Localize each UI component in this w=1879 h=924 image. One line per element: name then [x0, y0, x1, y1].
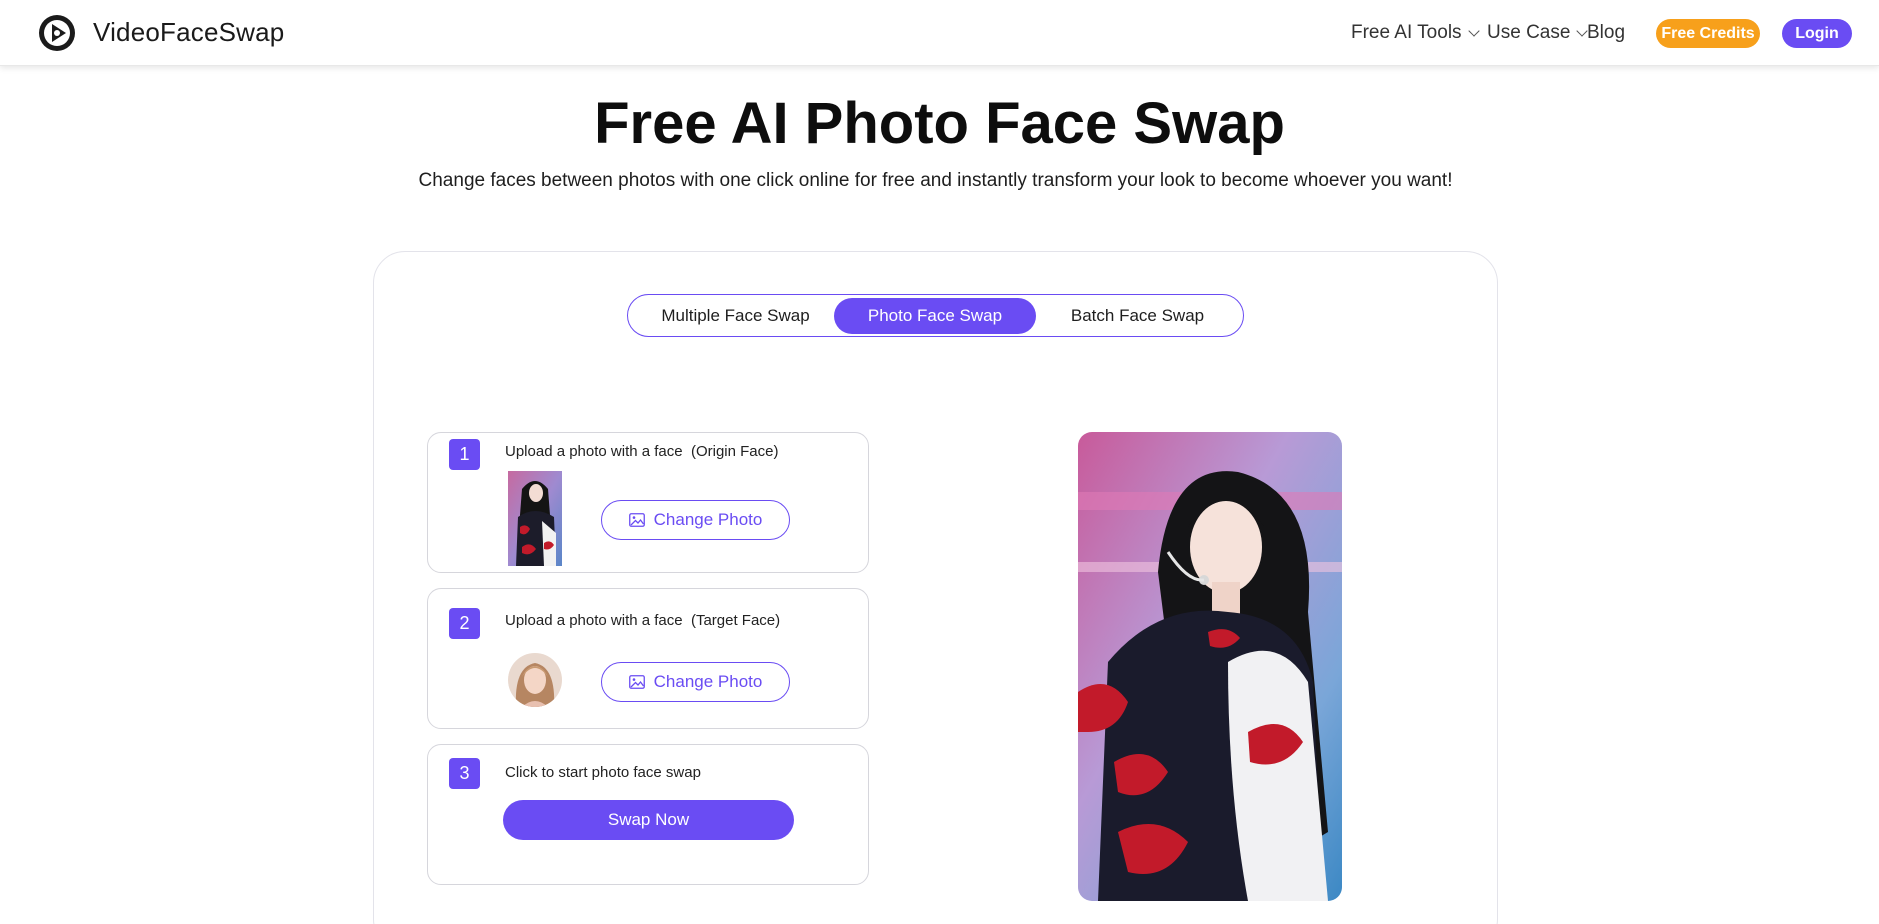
- step-origin-face-card: 1 Upload a photo with a face (Origin Fac…: [427, 432, 869, 573]
- step-swap-card: 3 Click to start photo face swap Swap No…: [427, 744, 869, 885]
- page-subtitle: Change faces between photos with one cli…: [418, 170, 1453, 191]
- change-origin-photo-button[interactable]: Change Photo: [601, 500, 790, 540]
- step-target-face-card: 2 Upload a photo with a face (Target Fac…: [427, 588, 869, 729]
- nav-free-ai-tools[interactable]: Free AI Tools: [1351, 22, 1480, 44]
- free-credits-button[interactable]: Free Credits: [1656, 19, 1760, 48]
- nav-free-ai-tools-label: Free AI Tools: [1351, 22, 1462, 43]
- nav-blog-label: Blog: [1587, 22, 1626, 43]
- step-swap-label: Click to start photo face swap: [505, 764, 701, 781]
- step-number-badge: 3: [449, 758, 480, 789]
- step-origin-face-label: Upload a photo with a face (Origin Face): [505, 443, 779, 460]
- change-target-photo-button[interactable]: Change Photo: [601, 662, 790, 702]
- image-icon: [628, 513, 645, 527]
- change-photo-label: Change Photo: [653, 510, 763, 529]
- videofaceswap-logo-icon[interactable]: [37, 13, 77, 53]
- tab-multiple-face-swap[interactable]: Multiple Face Swap: [636, 298, 835, 334]
- nav-blog[interactable]: Blog: [1587, 22, 1625, 44]
- nav-use-case[interactable]: Use Case: [1487, 22, 1589, 44]
- mode-tabs: Multiple Face Swap Photo Face Swap Batch…: [627, 294, 1244, 337]
- step-target-face-label: Upload a photo with a face (Target Face): [505, 612, 781, 629]
- top-navbar: VideoFaceSwap Free AI Tools Use Case Blo…: [0, 0, 1879, 66]
- tab-photo-face-swap[interactable]: Photo Face Swap: [834, 298, 1036, 334]
- page-title: Free AI Photo Face Swap: [594, 91, 1285, 156]
- swap-now-button[interactable]: Swap Now: [503, 800, 794, 840]
- image-icon: [628, 675, 645, 689]
- tab-batch-face-swap[interactable]: Batch Face Swap: [1038, 298, 1237, 334]
- brand-name[interactable]: VideoFaceSwap: [93, 17, 284, 48]
- nav-use-case-label: Use Case: [1487, 22, 1571, 43]
- origin-face-thumbnail: [508, 471, 562, 566]
- swap-result-preview: [1078, 432, 1342, 901]
- target-face-thumbnail: [508, 653, 562, 707]
- step-number-badge: 1: [449, 439, 480, 470]
- change-photo-label: Change Photo: [653, 672, 763, 691]
- chevron-down-icon: [1467, 25, 1480, 37]
- step-number-badge: 2: [449, 608, 480, 639]
- login-button[interactable]: Login: [1782, 19, 1852, 48]
